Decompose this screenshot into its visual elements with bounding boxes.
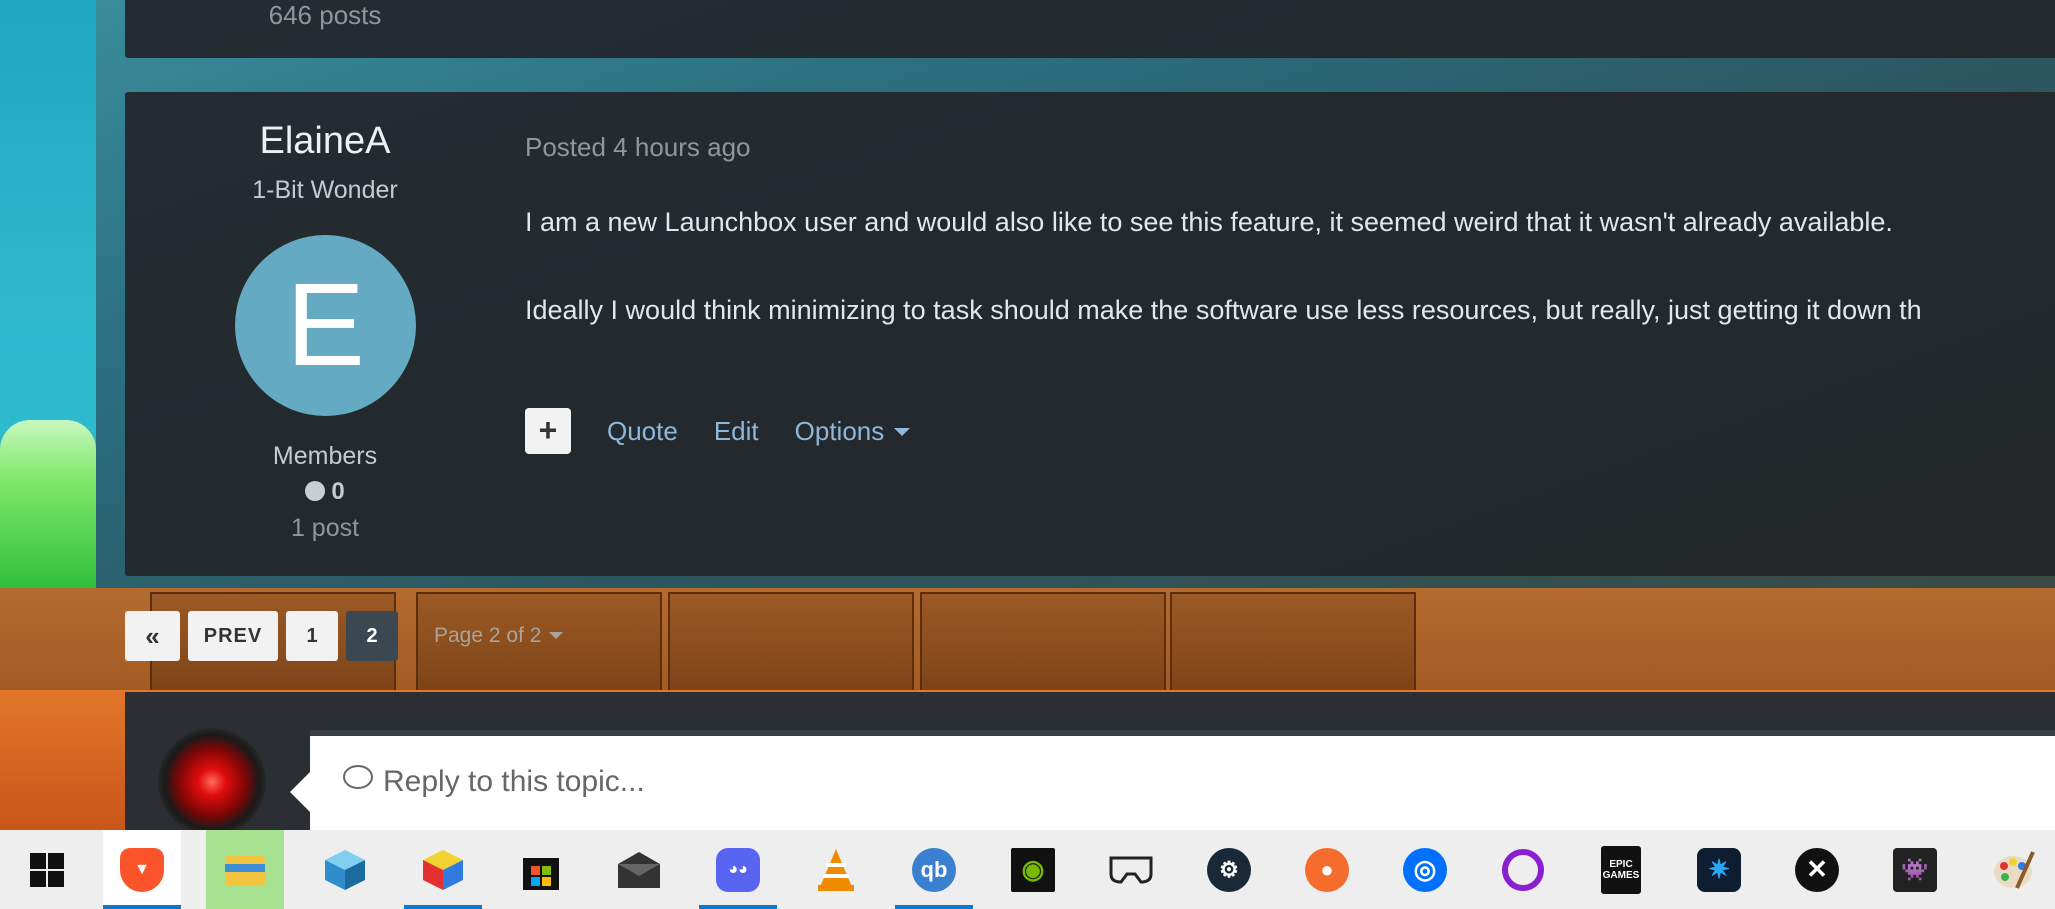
- taskbar-battlenet[interactable]: ✷: [1680, 830, 1758, 909]
- page-label: Page 2 of 2: [434, 624, 542, 647]
- author-rank: 1-Bit Wonder: [252, 176, 398, 204]
- post-paragraph: I am a new Launchbox user and would also…: [525, 207, 1893, 237]
- first-page-button[interactable]: «: [125, 611, 180, 661]
- post-paragraph: Ideally I would think minimizing to task…: [525, 295, 1922, 325]
- post-actions: + Quote Edit Options: [525, 408, 911, 454]
- 3d-cube-icon: [325, 849, 365, 890]
- circle-app-icon: [1502, 848, 1544, 891]
- background-brick: [668, 592, 914, 692]
- taskbar: ▼ ◕◕ qb ◉ ⚙ ● ◎ EPIC GAMES ✷ ✕ 👾: [0, 830, 2055, 909]
- reputation-value: 0: [331, 478, 345, 505]
- taskbar-circle-app[interactable]: [1484, 830, 1562, 909]
- page-1-button[interactable]: 1: [286, 611, 338, 661]
- nvidia-icon: ◉: [1011, 847, 1055, 892]
- brave-icon: ▼: [120, 847, 164, 892]
- start-button[interactable]: [8, 830, 86, 909]
- reply-pointer: [290, 770, 312, 814]
- start-icon: [30, 852, 64, 887]
- user-avatar[interactable]: [158, 728, 266, 836]
- reply-placeholder[interactable]: Reply to this topic...: [343, 765, 645, 799]
- forum-post: ElaineA 1-Bit Wonder E Members 0 1 post …: [125, 92, 2055, 576]
- active-indicator: [103, 905, 181, 909]
- options-label: Options: [794, 415, 885, 446]
- taskbar-nvidia[interactable]: ◉: [994, 830, 1072, 909]
- taskbar-mail[interactable]: [600, 830, 678, 909]
- quote-link[interactable]: Quote: [607, 416, 678, 447]
- file-explorer-icon: [225, 855, 265, 886]
- discord-icon: ◕◕: [716, 847, 760, 892]
- epic-games-icon: EPIC GAMES: [1601, 845, 1641, 894]
- author-post-count: 1 post: [290, 514, 360, 542]
- background-brick: [1170, 592, 1416, 692]
- taskbar-rubiks[interactable]: [404, 830, 482, 909]
- vr-headset-icon: [1109, 856, 1153, 884]
- post-timestamp: Posted 4 hours ago: [525, 132, 751, 162]
- prev-page-button[interactable]: PREV: [188, 611, 278, 661]
- taskbar-brave[interactable]: ▼: [103, 830, 181, 909]
- taskbar-store[interactable]: [502, 830, 580, 909]
- author-name[interactable]: ElaineA: [125, 120, 525, 163]
- taskbar-vr[interactable]: [1092, 830, 1170, 909]
- uplay-icon: ◎: [1403, 847, 1447, 892]
- caret-down-icon: [549, 632, 564, 639]
- background-brick: [920, 592, 1166, 692]
- previous-post-count: 646 posts: [268, 0, 382, 30]
- origin-icon: ●: [1305, 847, 1349, 892]
- paint-palette-icon: [1994, 850, 2035, 889]
- taskbar-discord[interactable]: ◕◕: [699, 830, 777, 909]
- rubiks-cube-icon: [423, 849, 463, 890]
- qbittorrent-icon: qb: [912, 847, 956, 892]
- react-button[interactable]: +: [525, 408, 571, 454]
- taskbar-qbittorrent[interactable]: qb: [895, 830, 973, 909]
- taskbar-uplay[interactable]: ◎: [1386, 830, 1464, 909]
- taskbar-file-explorer[interactable]: [206, 830, 284, 909]
- active-indicator: [699, 905, 777, 909]
- taskbar-steam[interactable]: ⚙: [1190, 830, 1268, 909]
- taskbar-xbox[interactable]: ✕: [1778, 830, 1856, 909]
- options-menu[interactable]: Options: [795, 416, 911, 447]
- microsoft-store-icon: [523, 857, 559, 890]
- taskbar-paint[interactable]: [1974, 830, 2052, 909]
- taskbar-origin[interactable]: ●: [1288, 830, 1366, 909]
- taskbar-vlc[interactable]: [797, 830, 875, 909]
- active-indicator: [404, 905, 482, 909]
- caret-down-icon: [894, 427, 911, 436]
- taskbar-epic[interactable]: EPIC GAMES: [1582, 830, 1660, 909]
- background-grass: [0, 420, 96, 590]
- xbox-icon: ✕: [1795, 847, 1839, 892]
- battle-net-icon: ✷: [1697, 847, 1741, 892]
- page-2-button[interactable]: 2: [346, 611, 398, 661]
- retro-game-icon: 👾: [1893, 847, 1937, 892]
- active-indicator: [895, 905, 973, 909]
- avatar[interactable]: E: [235, 235, 416, 416]
- taskbar-retro[interactable]: 👾: [1876, 830, 1954, 909]
- author-group: Members: [272, 442, 378, 470]
- reputation-dot-icon: [305, 481, 326, 501]
- taskbar-3d-cube[interactable]: [306, 830, 384, 909]
- mail-icon: [618, 851, 660, 888]
- comment-icon: [343, 765, 373, 789]
- vlc-icon: [818, 848, 854, 891]
- reply-placeholder-text: Reply to this topic...: [383, 765, 645, 798]
- steam-icon: ⚙: [1207, 847, 1251, 892]
- page-jump-dropdown[interactable]: Page 2 of 2: [434, 624, 564, 648]
- previous-post: 646 posts: [125, 0, 2055, 58]
- edit-link[interactable]: Edit: [714, 416, 759, 447]
- pagination: « PREV 1 2 Page 2 of 2: [125, 611, 564, 661]
- reputation-badge: 0: [125, 478, 525, 506]
